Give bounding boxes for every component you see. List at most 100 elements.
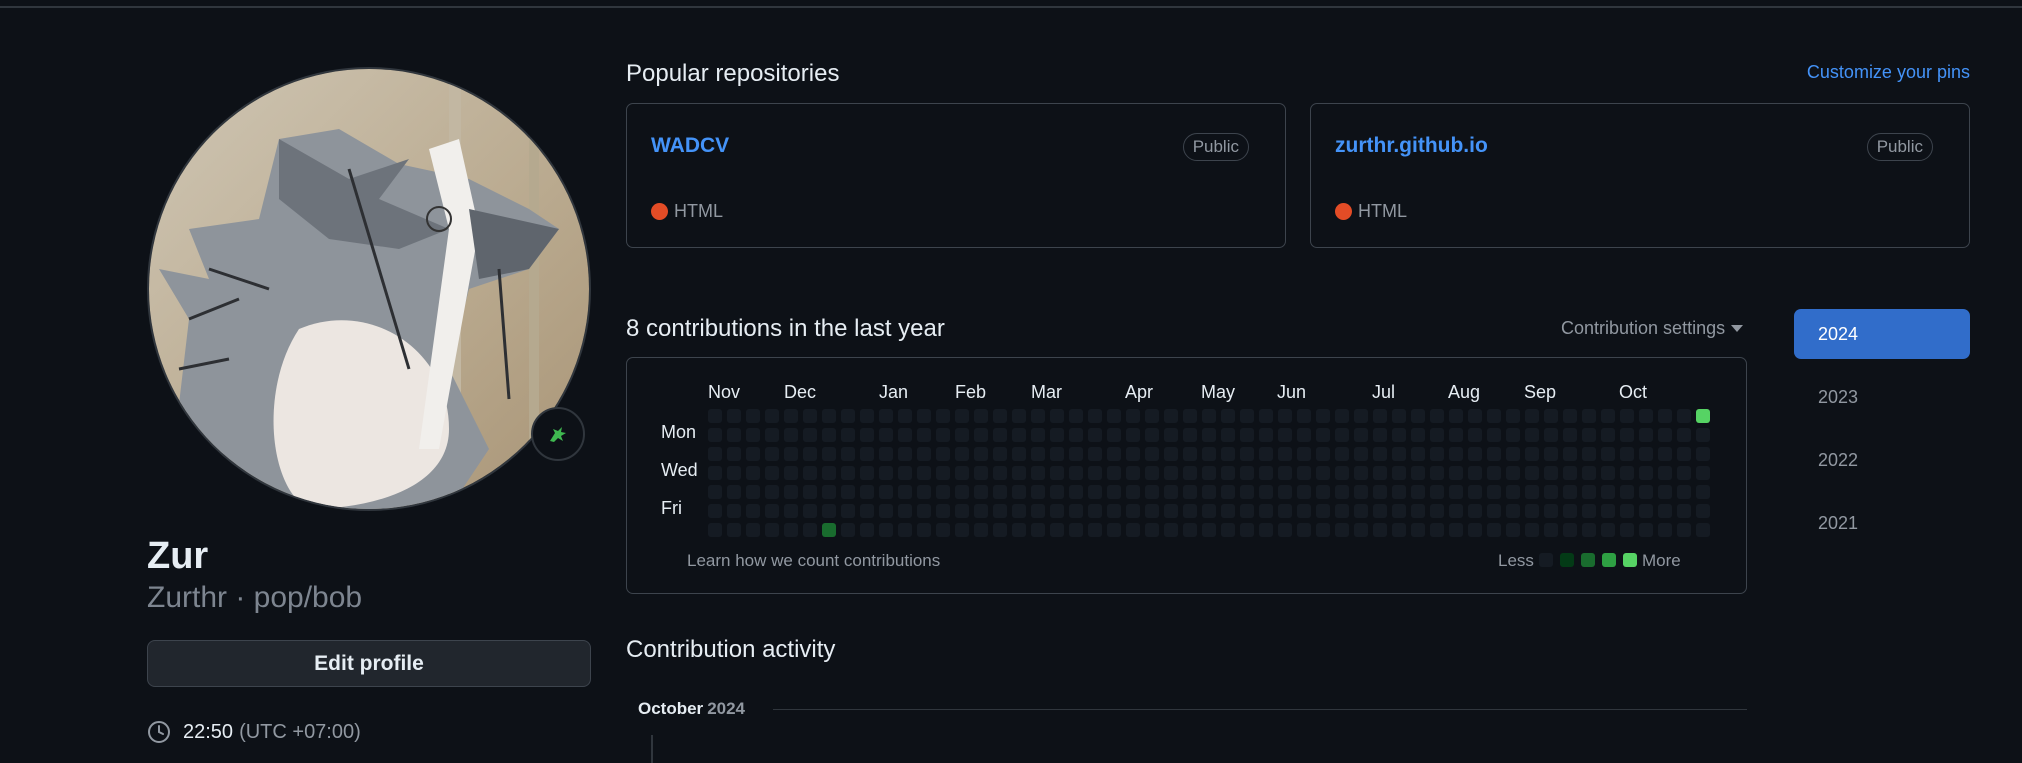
contribution-day-cell[interactable] bbox=[803, 409, 817, 423]
contribution-day-cell[interactable] bbox=[1069, 447, 1083, 461]
contribution-day-cell[interactable] bbox=[1392, 523, 1406, 537]
contribution-day-cell[interactable] bbox=[860, 485, 874, 499]
contribution-day-cell[interactable] bbox=[1316, 466, 1330, 480]
contribution-day-cell[interactable] bbox=[1696, 523, 1710, 537]
contribution-day-cell[interactable] bbox=[1335, 485, 1349, 499]
contribution-day-cell[interactable] bbox=[993, 485, 1007, 499]
contribution-day-cell[interactable] bbox=[841, 428, 855, 442]
contribution-day-cell[interactable] bbox=[936, 428, 950, 442]
contribution-day-cell[interactable] bbox=[1221, 523, 1235, 537]
contribution-day-cell[interactable] bbox=[1582, 466, 1596, 480]
contribution-day-cell[interactable] bbox=[1430, 523, 1444, 537]
contribution-day-cell[interactable] bbox=[1240, 466, 1254, 480]
contribution-day-cell[interactable] bbox=[1126, 428, 1140, 442]
contribution-day-cell[interactable] bbox=[784, 466, 798, 480]
contribution-day-cell[interactable] bbox=[860, 428, 874, 442]
contribution-day-cell[interactable] bbox=[1563, 523, 1577, 537]
contribution-day-cell[interactable] bbox=[1202, 523, 1216, 537]
contribution-day-cell[interactable] bbox=[1240, 428, 1254, 442]
contribution-day-cell[interactable] bbox=[1601, 428, 1615, 442]
contribution-day-cell[interactable] bbox=[1297, 485, 1311, 499]
contribution-day-cell[interactable] bbox=[1012, 409, 1026, 423]
contribution-day-cell[interactable] bbox=[993, 504, 1007, 518]
contribution-day-cell[interactable] bbox=[1050, 428, 1064, 442]
contribution-day-cell[interactable] bbox=[879, 409, 893, 423]
contribution-day-cell[interactable] bbox=[1658, 523, 1672, 537]
contribution-day-cell[interactable] bbox=[1411, 523, 1425, 537]
contribution-day-cell[interactable] bbox=[1544, 428, 1558, 442]
contribution-day-cell[interactable] bbox=[708, 504, 722, 518]
contribution-day-cell[interactable] bbox=[765, 447, 779, 461]
contribution-day-cell[interactable] bbox=[1069, 466, 1083, 480]
contribution-day-cell[interactable] bbox=[708, 466, 722, 480]
contribution-day-cell[interactable] bbox=[784, 409, 798, 423]
contribution-day-cell[interactable] bbox=[1677, 466, 1691, 480]
contribution-day-cell[interactable] bbox=[1563, 504, 1577, 518]
contribution-day-cell[interactable] bbox=[708, 485, 722, 499]
repo-link[interactable]: WADCV bbox=[651, 134, 729, 158]
contribution-day-cell[interactable] bbox=[1639, 447, 1653, 461]
contribution-day-cell[interactable] bbox=[1278, 485, 1292, 499]
contribution-day-cell[interactable] bbox=[1202, 485, 1216, 499]
contribution-day-cell[interactable] bbox=[1202, 504, 1216, 518]
contribution-day-cell[interactable] bbox=[727, 485, 741, 499]
contribution-day-cell[interactable] bbox=[1069, 409, 1083, 423]
contribution-day-cell[interactable] bbox=[1468, 485, 1482, 499]
contribution-day-cell[interactable] bbox=[1677, 504, 1691, 518]
contribution-day-cell[interactable] bbox=[1012, 447, 1026, 461]
contribution-day-cell[interactable] bbox=[1696, 447, 1710, 461]
contribution-day-cell[interactable] bbox=[1088, 504, 1102, 518]
contribution-day-cell[interactable] bbox=[936, 485, 950, 499]
contribution-day-cell[interactable] bbox=[1221, 409, 1235, 423]
contribution-day-cell[interactable] bbox=[1392, 466, 1406, 480]
contribution-day-cell[interactable] bbox=[1335, 523, 1349, 537]
contribution-day-cell[interactable] bbox=[1582, 447, 1596, 461]
contribution-day-cell[interactable] bbox=[1696, 409, 1710, 423]
contribution-day-cell[interactable] bbox=[1487, 428, 1501, 442]
contribution-day-cell[interactable] bbox=[1468, 428, 1482, 442]
contribution-day-cell[interactable] bbox=[1373, 409, 1387, 423]
contribution-day-cell[interactable] bbox=[746, 523, 760, 537]
contribution-day-cell[interactable] bbox=[1563, 409, 1577, 423]
contribution-day-cell[interactable] bbox=[1240, 523, 1254, 537]
contribution-day-cell[interactable] bbox=[1335, 447, 1349, 461]
contribution-day-cell[interactable] bbox=[822, 428, 836, 442]
contribution-day-cell[interactable] bbox=[993, 447, 1007, 461]
contribution-day-cell[interactable] bbox=[1487, 409, 1501, 423]
contribution-day-cell[interactable] bbox=[1506, 485, 1520, 499]
contribution-day-cell[interactable] bbox=[822, 447, 836, 461]
contribution-day-cell[interactable] bbox=[1582, 523, 1596, 537]
contribution-day-cell[interactable] bbox=[1316, 485, 1330, 499]
contribution-day-cell[interactable] bbox=[1297, 409, 1311, 423]
contribution-day-cell[interactable] bbox=[1373, 504, 1387, 518]
contribution-day-cell[interactable] bbox=[1354, 409, 1368, 423]
contribution-day-cell[interactable] bbox=[917, 466, 931, 480]
contribution-day-cell[interactable] bbox=[1088, 485, 1102, 499]
contribution-day-cell[interactable] bbox=[746, 409, 760, 423]
contribution-day-cell[interactable] bbox=[1487, 447, 1501, 461]
contribution-day-cell[interactable] bbox=[1601, 447, 1615, 461]
contribution-day-cell[interactable] bbox=[1221, 447, 1235, 461]
contribution-day-cell[interactable] bbox=[1411, 466, 1425, 480]
contribution-day-cell[interactable] bbox=[1525, 504, 1539, 518]
status-emoji-button[interactable] bbox=[531, 407, 585, 461]
contribution-day-cell[interactable] bbox=[1392, 504, 1406, 518]
contribution-day-cell[interactable] bbox=[955, 523, 969, 537]
contribution-day-cell[interactable] bbox=[1696, 504, 1710, 518]
contribution-day-cell[interactable] bbox=[955, 504, 969, 518]
contribution-day-cell[interactable] bbox=[1183, 466, 1197, 480]
contribution-day-cell[interactable] bbox=[1449, 447, 1463, 461]
contribution-day-cell[interactable] bbox=[879, 523, 893, 537]
contribution-day-cell[interactable] bbox=[784, 485, 798, 499]
contribution-day-cell[interactable] bbox=[746, 466, 760, 480]
contribution-day-cell[interactable] bbox=[974, 409, 988, 423]
contribution-day-cell[interactable] bbox=[1677, 428, 1691, 442]
contribution-day-cell[interactable] bbox=[727, 409, 741, 423]
contribution-day-cell[interactable] bbox=[1544, 485, 1558, 499]
contribution-day-cell[interactable] bbox=[1107, 466, 1121, 480]
contribution-day-cell[interactable] bbox=[1278, 523, 1292, 537]
contribution-day-cell[interactable] bbox=[1468, 504, 1482, 518]
contribution-day-cell[interactable] bbox=[822, 485, 836, 499]
contribution-day-cell[interactable] bbox=[1107, 447, 1121, 461]
contribution-day-cell[interactable] bbox=[898, 447, 912, 461]
